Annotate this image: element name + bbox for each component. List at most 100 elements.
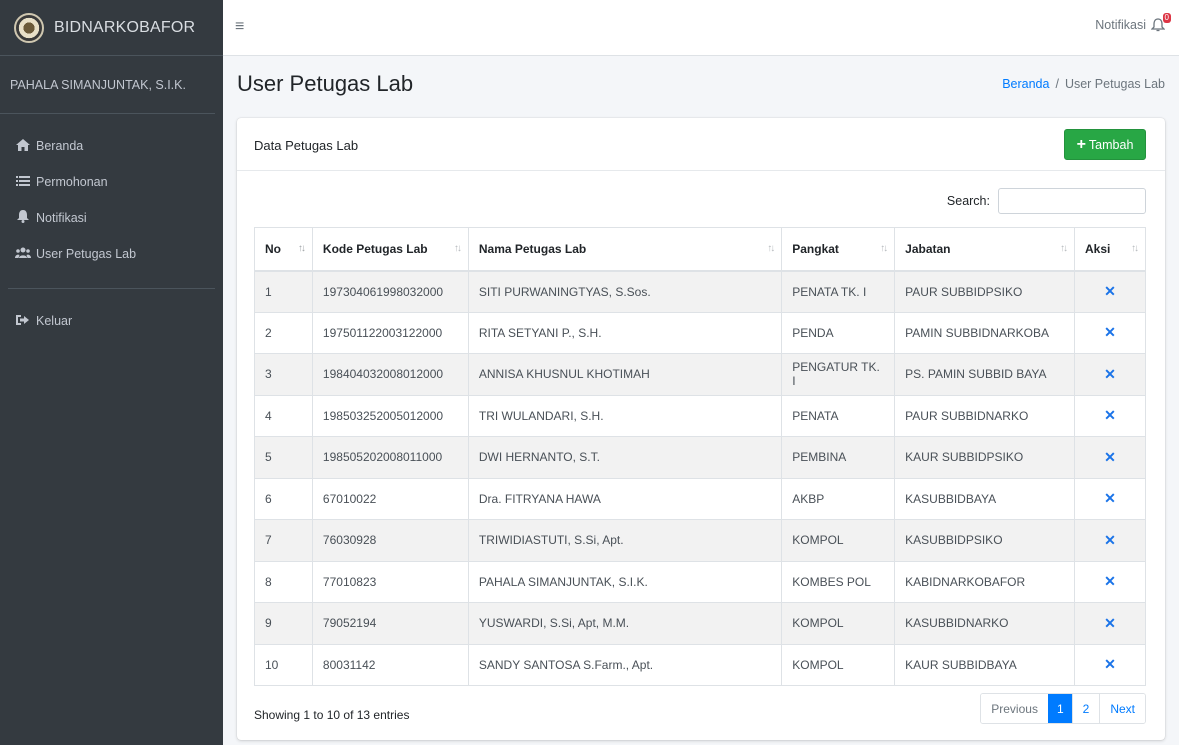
top-navbar: ≡ Notifikasi 0 [223,0,1179,56]
cell-nama: TRI WULANDARI, S.H. [467,394,783,437]
table-row: 5 198505202008011000 DWI HERNANTO, S.T. … [254,436,1146,479]
sidebar-item-label: Notifikasi [36,211,87,225]
cell-no: 2 [254,311,313,354]
cell-jabatan: KAUR SUBBIDPSIKO [894,436,1076,479]
search-row: Search: [947,188,1146,214]
cell-nama: ANNISA KHUSNUL KHOTIMAH [467,353,783,396]
cell-jabatan: PAUR SUBBIDPSIKO [894,270,1076,313]
cell-aksi: ✕ [1074,560,1146,603]
sidebar-item-notifikasi[interactable]: Notifikasi [0,200,223,236]
data-card: Data Petugas Lab + Tambah Search: No ↑↓ K… [237,118,1165,740]
cell-pangkat: PEMBINA [781,436,896,479]
cell-no: 4 [254,394,313,437]
cell-aksi: ✕ [1074,602,1146,645]
cell-pangkat: KOMBES POL [781,560,896,603]
cell-kode: 198503252005012000 [311,394,469,437]
cell-aksi: ✕ [1074,519,1146,562]
sidebar-item-label: Permohonan [36,175,108,189]
column-header-nama[interactable]: Nama Petugas Lab ↑↓ [467,227,783,272]
delete-close-icon[interactable]: ✕ [1104,366,1116,382]
column-header-kode[interactable]: Kode Petugas Lab ↑↓ [311,227,469,272]
search-input[interactable] [998,188,1146,214]
table-row: 3 198404032008012000 ANNISA KHUSNUL KHOT… [254,353,1146,396]
cell-kode: 197501122003122000 [311,311,469,354]
add-button[interactable]: + Tambah [1064,129,1146,160]
delete-close-icon[interactable]: ✕ [1104,573,1116,589]
delete-close-icon[interactable]: ✕ [1104,324,1116,340]
sidebar-item-beranda[interactable]: Beranda [0,128,223,164]
table-row: 9 79052194 YUSWARDI, S.Si, Apt, M.M. KOM… [254,602,1146,645]
cell-aksi: ✕ [1074,353,1146,396]
cell-kode: 67010022 [311,477,469,520]
delete-close-icon[interactable]: ✕ [1104,407,1116,423]
pagination-next[interactable]: Next [1099,694,1145,723]
breadcrumb: Beranda / User Petugas Lab [1002,77,1165,91]
column-header-label: Pangkat [792,241,839,256]
column-header-jabatan[interactable]: Jabatan ↑↓ [894,227,1076,272]
delete-close-icon[interactable]: ✕ [1104,283,1116,299]
pagination-page-1[interactable]: 1 [1047,694,1072,723]
delete-close-icon[interactable]: ✕ [1104,615,1116,631]
pagination-page-2[interactable]: 2 [1071,694,1100,723]
cell-no: 7 [254,519,313,562]
column-header-label: No [265,241,281,256]
cell-no: 10 [254,643,313,686]
user-name[interactable]: PAHALA SIMANJUNTAK, S.I.K. [10,78,186,92]
table-row: 6 67010022 Dra. FITRYANA HAWA AKBP KASUB… [254,477,1146,520]
petugas-table: No ↑↓ Kode Petugas Lab ↑↓ Nama Petugas Lab… [254,227,1146,686]
add-button-label: Tambah [1088,137,1134,152]
delete-close-icon[interactable]: ✕ [1104,656,1116,672]
sort-icon: ↑↓ [297,243,306,254]
column-header-pangkat[interactable]: Pangkat ↑↓ [781,227,896,272]
cell-nama: YUSWARDI, S.Si, Apt, M.M. [467,602,783,645]
column-header-label: Jabatan [905,241,951,256]
table-row: 8 77010823 PAHALA SIMANJUNTAK, S.I.K. KO… [254,560,1146,603]
breadcrumb-home-link[interactable]: Beranda [1002,77,1049,91]
list-icon [14,175,32,190]
menu-toggle-icon[interactable]: ≡ [235,19,244,35]
delete-close-icon[interactable]: ✕ [1104,490,1116,506]
table-header-row: No ↑↓ Kode Petugas Lab ↑↓ Nama Petugas Lab… [254,227,1146,272]
cell-pangkat: KOMPOL [781,602,896,645]
cell-aksi: ✕ [1074,477,1146,520]
notification-link[interactable]: Notifikasi 0 [1095,13,1171,32]
sidebar-item-label: Beranda [36,139,84,153]
cell-jabatan: KABIDNARKOBAFOR [894,560,1076,603]
column-header-label: Aksi [1085,241,1111,256]
sidebar-item-user-petugas-lab[interactable]: User Petugas Lab [0,236,223,272]
cell-pangkat: PENATA TK. I [781,270,896,313]
cell-aksi: ✕ [1074,270,1146,313]
cell-aksi: ✕ [1074,394,1146,437]
brand-name: BIDNARKOBAFOR [54,18,196,36]
cell-kode: 197304061998032000 [311,270,469,313]
brand-logo-icon [14,12,44,43]
cell-aksi: ✕ [1074,311,1146,354]
sidebar-item-permohonan[interactable]: Permohonan [0,164,223,200]
column-header-aksi[interactable]: Aksi ↑↓ [1074,227,1146,272]
cell-kode: 76030928 [311,519,469,562]
cell-jabatan: KASUBBIDBAYA [894,477,1076,520]
cell-aksi: ✕ [1074,643,1146,686]
table-row: 10 80031142 SANDY SANTOSA S.Farm., Apt. … [254,643,1146,686]
cell-no: 9 [254,602,313,645]
table-row: 4 198503252005012000 TRI WULANDARI, S.H.… [254,394,1146,437]
cell-no: 1 [254,270,313,313]
column-header-no[interactable]: No ↑↓ [254,227,313,272]
bell-icon: 0 [1150,13,1171,32]
bell-icon [14,210,32,226]
sort-icon: ↑↓ [1060,243,1068,254]
notification-label: Notifikasi [1095,18,1146,32]
card-header: Data Petugas Lab + Tambah [237,118,1165,171]
delete-close-icon[interactable]: ✕ [1104,449,1116,465]
notification-badge: 0 [1162,13,1171,23]
cell-pangkat: AKBP [781,477,896,520]
delete-close-icon[interactable]: ✕ [1104,532,1116,548]
pagination-previous[interactable]: Previous [981,694,1048,723]
sidebar-item-keluar[interactable]: Keluar [0,303,223,339]
cell-kode: 77010823 [311,560,469,603]
cell-nama: RITA SETYANI P., S.H. [467,311,783,354]
cell-jabatan: PAUR SUBBIDNARKO [894,394,1076,437]
cell-kode: 79052194 [311,602,469,645]
brand-link[interactable]: BIDNARKOBAFOR [0,0,223,56]
cell-pangkat: KOMPOL [781,643,896,686]
